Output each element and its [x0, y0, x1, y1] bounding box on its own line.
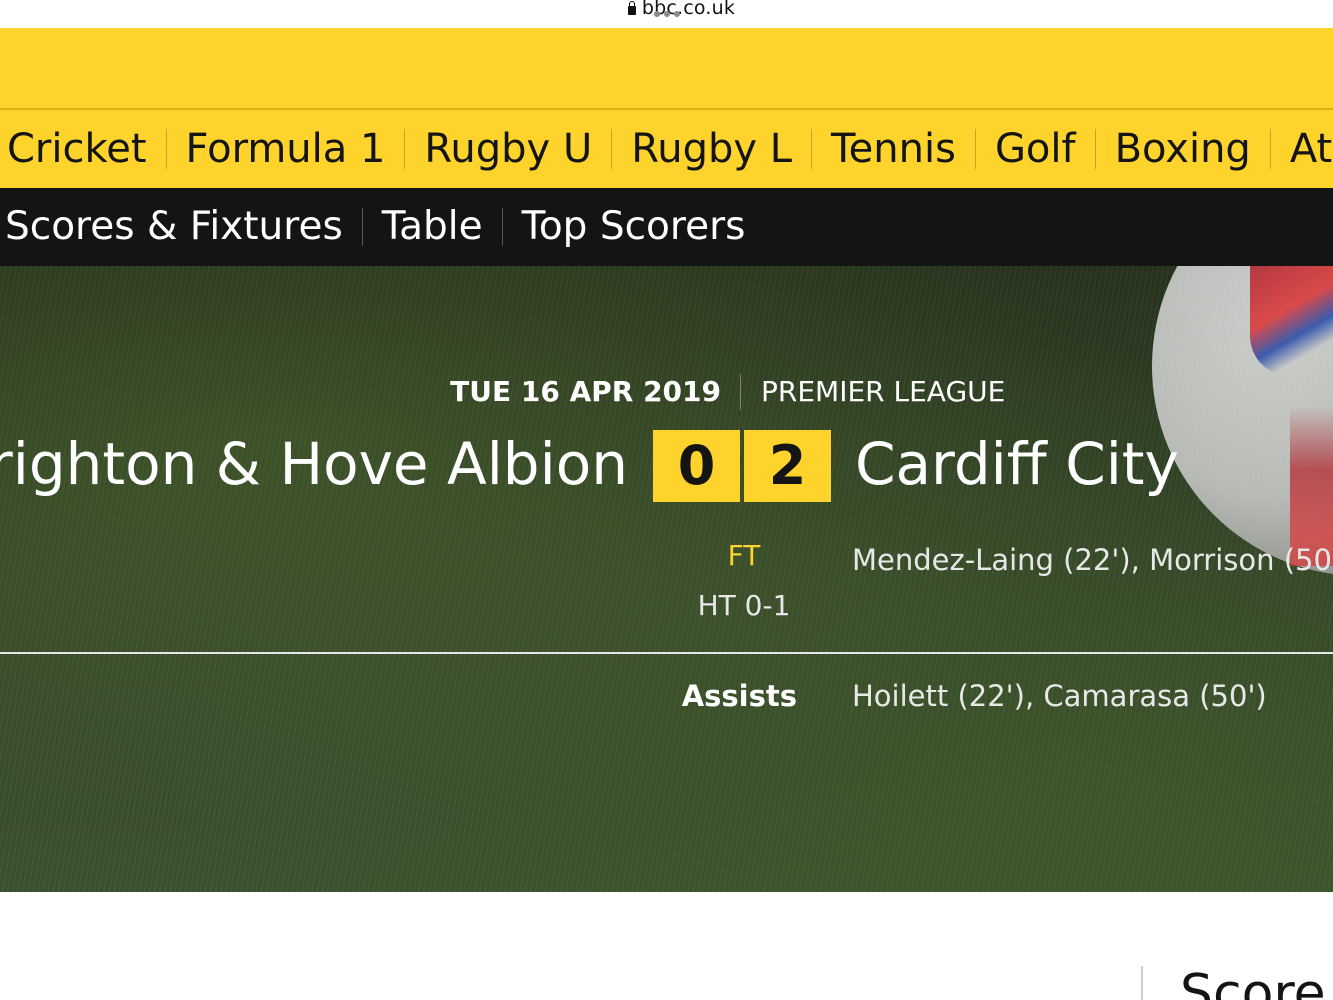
away-team-name[interactable]: Cardiff City: [855, 426, 1179, 502]
sport-nav-golf[interactable]: Golf: [976, 129, 1096, 169]
match-status: FT: [727, 539, 761, 572]
lock-icon: [627, 0, 636, 15]
home-team-name[interactable]: Brighton & Hove Albion: [0, 426, 628, 502]
sport-nav: Cricket Formula 1 Rugby U Rugby L Tennis…: [0, 108, 1333, 188]
sub-nav-scores-fixtures[interactable]: Scores & Fixtures: [0, 207, 363, 246]
match-meta: TUE 16 APR 2019 PREMIER LEAGUE: [0, 374, 1333, 414]
sport-nav-tennis[interactable]: Tennis: [812, 129, 976, 169]
football-sub-nav: Scores & Fixtures Table Top Scorers: [0, 188, 1333, 266]
column-divider: [1141, 966, 1143, 1000]
away-score: 2: [744, 430, 831, 502]
away-scorers: Mendez-Laing (22'), Morrison (50: [852, 543, 1332, 577]
sub-nav-table[interactable]: Table: [363, 207, 503, 246]
competition-link[interactable]: PREMIER LEAGUE: [761, 374, 1005, 410]
sport-nav-rugby-union[interactable]: Rugby U: [405, 129, 613, 169]
home-score: 0: [653, 430, 740, 502]
away-assists: Hoilett (22'), Camarasa (50'): [852, 679, 1267, 713]
tab-handle-icon[interactable]: [654, 11, 680, 17]
section-heading: Score: [1180, 964, 1326, 1000]
section-divider: [0, 652, 1333, 654]
sport-nav-formula-1[interactable]: Formula 1: [167, 129, 406, 169]
match-date: TUE 16 APR 2019: [450, 375, 721, 408]
sub-nav-top-scorers[interactable]: Top Scorers: [503, 207, 765, 246]
bbc-sport-masthead: [0, 28, 1333, 108]
sport-nav-cricket[interactable]: Cricket: [0, 129, 167, 169]
meta-divider: [740, 374, 741, 410]
sport-nav-athletics[interactable]: Athlet: [1271, 129, 1333, 169]
sport-nav-boxing[interactable]: Boxing: [1096, 129, 1271, 169]
football-image-detail: [1250, 266, 1333, 376]
content-area: Score: [0, 892, 1333, 1000]
browser-address-bar[interactable]: bbc.co.uk: [0, 0, 1333, 28]
address-url[interactable]: bbc.co.uk: [627, 0, 735, 19]
match-header: TUE 16 APR 2019 PREMIER LEAGUE Brighton …: [0, 266, 1333, 894]
assists-label: Assists: [681, 679, 797, 713]
sport-nav-rugby-league[interactable]: Rugby L: [612, 129, 813, 169]
half-time-score: HT 0-1: [697, 589, 791, 622]
page: bbc.co.uk Cricket Formula 1 Rugby U Rugb…: [0, 0, 1333, 1000]
